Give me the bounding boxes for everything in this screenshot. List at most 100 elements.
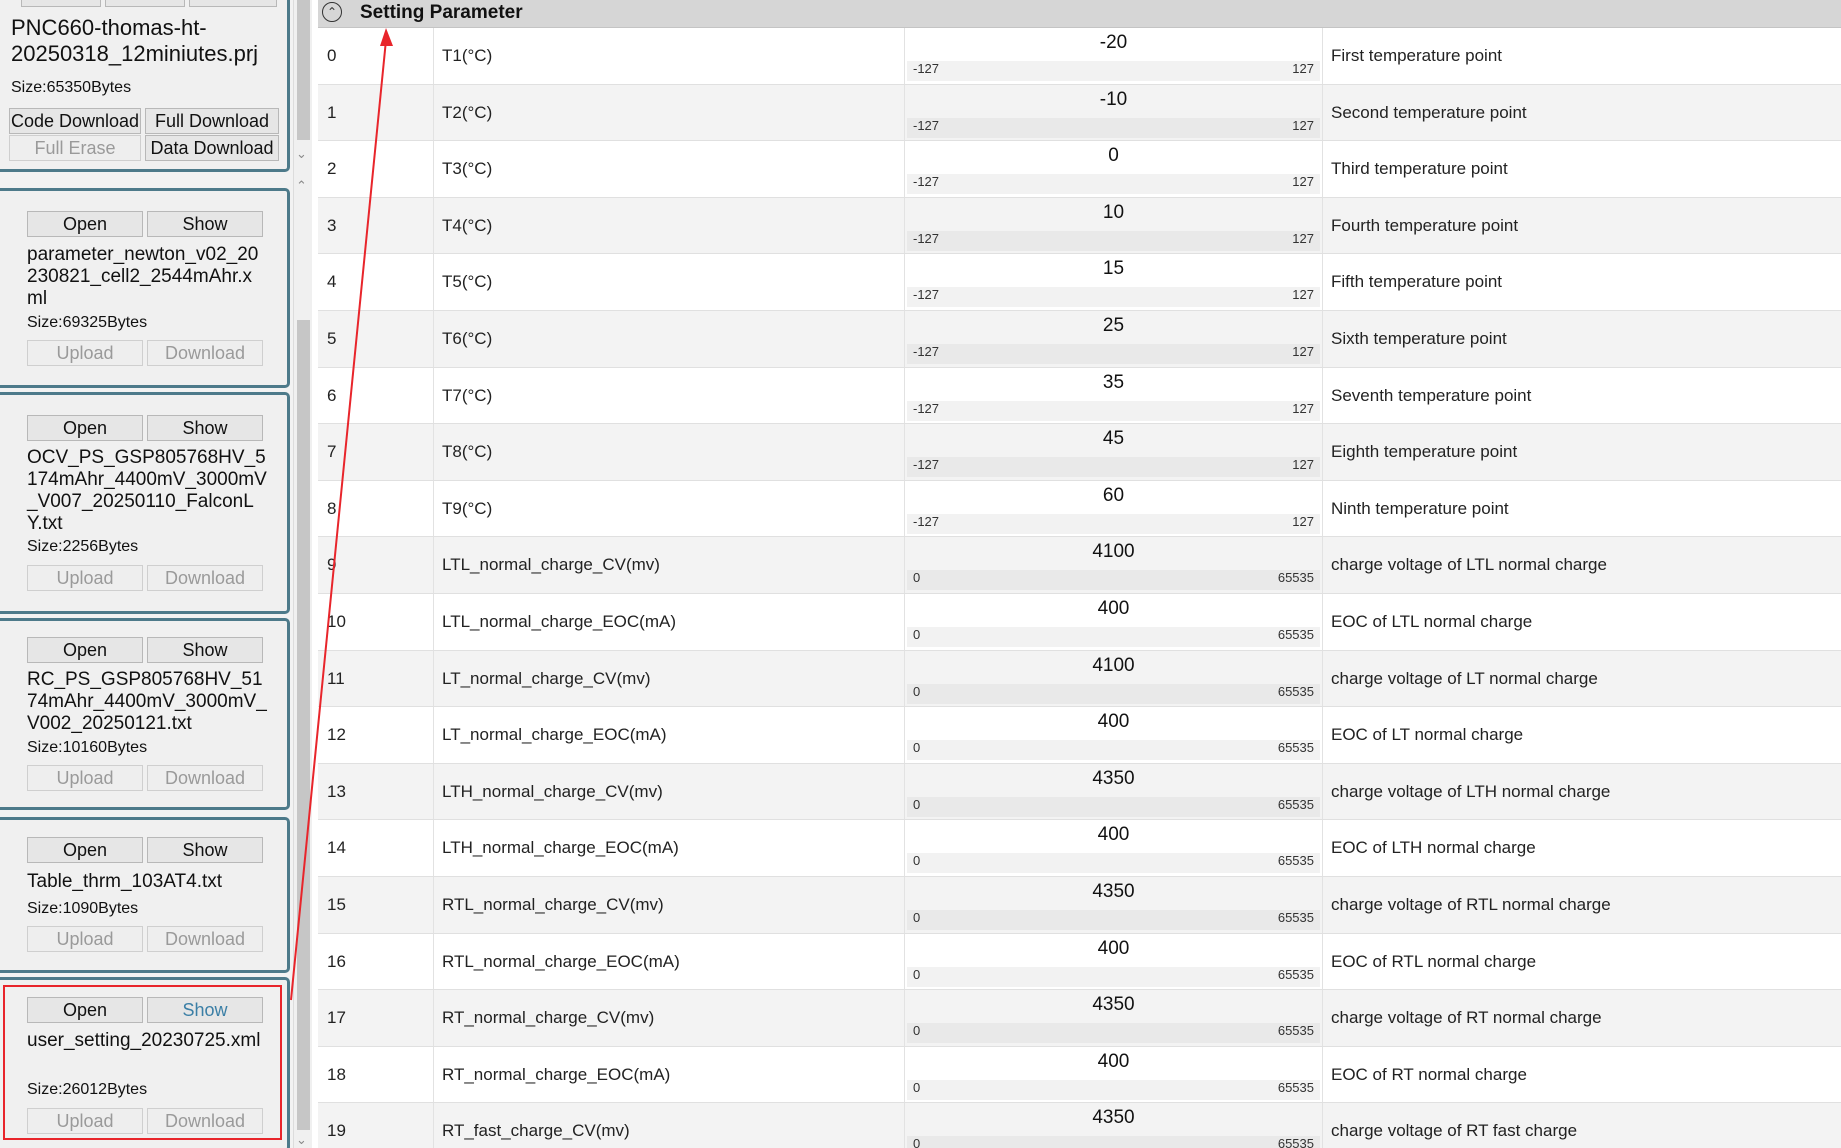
param-value[interactable]: 0 [905, 145, 1322, 167]
show-button[interactable]: Show [147, 211, 263, 237]
param-value[interactable]: 10 [905, 202, 1322, 224]
table-row[interactable]: 6 T7(°C) 35 -127 127 Seventh temperature poin… [318, 367, 1841, 425]
param-value-slider[interactable]: 45 -127 127 [905, 424, 1323, 480]
full-erase-button[interactable]: Full Erase [9, 135, 141, 161]
open-button[interactable]: Open [27, 637, 143, 663]
param-value-slider[interactable]: -20 -127 127 [905, 28, 1323, 84]
slider-track[interactable] [907, 740, 1320, 761]
param-value-slider[interactable]: 4350 0 65535 [905, 763, 1323, 820]
slider-track[interactable] [907, 796, 1320, 817]
table-row[interactable]: 7 T8(°C) 45 -127 127 Eighth temperature point [318, 424, 1841, 481]
slider-track[interactable] [907, 966, 1320, 987]
slider-track[interactable] [907, 287, 1320, 308]
upload-button[interactable]: Upload [27, 926, 143, 952]
slider-track[interactable] [907, 853, 1320, 874]
param-value-slider[interactable]: 400 0 65535 [905, 707, 1323, 763]
file-panel-scrollbar[interactable]: ⌄ ⌃ ⌄ [293, 0, 312, 1148]
param-value-slider[interactable]: 4350 0 65535 [905, 1103, 1323, 1148]
param-value-slider[interactable]: 4350 0 65535 [905, 876, 1323, 933]
data-download-button[interactable]: Data Download [145, 135, 279, 161]
param-value[interactable]: 60 [905, 485, 1322, 507]
slider-track[interactable] [907, 400, 1320, 421]
top-hidden-button-2[interactable] [105, 0, 185, 7]
param-value[interactable]: -20 [905, 32, 1322, 54]
param-value[interactable]: 4350 [905, 1107, 1322, 1129]
slider-track[interactable] [907, 457, 1320, 478]
param-value-slider[interactable]: 0 -127 127 [905, 141, 1323, 197]
slider-track[interactable] [907, 230, 1320, 251]
table-row[interactable]: 10 LTL_normal_charge_EOC(mA) 400 0 65535 EOC … [318, 593, 1841, 651]
param-value[interactable]: 4350 [905, 768, 1322, 790]
table-row[interactable]: 3 T4(°C) 10 -127 127 Fourth temperature point [318, 197, 1841, 255]
table-row[interactable]: 0 T1(°C) -20 -127 127 First temperature point [318, 28, 1841, 85]
table-row[interactable]: 16 RTL_normal_charge_EOC(mA) 400 0 65535 EOC … [318, 933, 1841, 991]
param-value[interactable]: 400 [905, 938, 1322, 960]
table-row[interactable]: 9 LTL_normal_charge_CV(mv) 4100 0 65535 charg… [318, 537, 1841, 594]
section-header[interactable]: ⌃ Setting Parameter [318, 0, 1841, 28]
param-value[interactable]: 400 [905, 824, 1322, 846]
param-value-slider[interactable]: 400 0 65535 [905, 1046, 1323, 1103]
table-row[interactable]: 14 LTH_normal_charge_EOC(mA) 400 0 65535 EOC … [318, 820, 1841, 877]
param-value[interactable]: 4100 [905, 655, 1322, 677]
upload-button[interactable]: Upload [27, 340, 143, 366]
upload-button[interactable]: Upload [27, 1108, 143, 1134]
param-value-slider[interactable]: 35 -127 127 [905, 367, 1323, 424]
scroll-down-icon[interactable]: ⌄ [296, 146, 307, 162]
table-row[interactable]: 15 RTL_normal_charge_CV(mv) 4350 0 65535 char… [318, 876, 1841, 934]
open-button[interactable]: Open [27, 415, 143, 441]
slider-track[interactable] [907, 343, 1320, 364]
slider-track[interactable] [907, 174, 1320, 195]
param-value-slider[interactable]: 25 -127 127 [905, 310, 1323, 367]
slider-track[interactable] [907, 1136, 1320, 1148]
slider-track[interactable] [907, 1079, 1320, 1100]
download-button[interactable]: Download [147, 1108, 263, 1134]
param-value-slider[interactable]: 400 0 65535 [905, 933, 1323, 990]
param-value-slider[interactable]: 4100 0 65535 [905, 537, 1323, 593]
show-button[interactable]: Show [147, 637, 263, 663]
open-button[interactable]: Open [27, 837, 143, 863]
table-row[interactable]: 19 RT_fast_charge_CV(mv) 4350 0 65535 charge … [318, 1103, 1841, 1148]
param-value[interactable]: 4350 [905, 881, 1322, 903]
param-value-slider[interactable]: 15 -127 127 [905, 254, 1323, 310]
table-row[interactable]: 1 T2(°C) -10 -127 127 Second temperature poin… [318, 84, 1841, 142]
param-value[interactable]: -10 [905, 89, 1322, 111]
param-value[interactable]: 4100 [905, 541, 1322, 563]
slider-track[interactable] [907, 1023, 1320, 1044]
slider-track[interactable] [907, 61, 1320, 81]
slider-track[interactable] [907, 909, 1320, 930]
scrollbar-thumb-lower[interactable] [297, 320, 310, 1130]
param-value[interactable]: 15 [905, 258, 1322, 280]
full-download-button[interactable]: Full Download [145, 108, 279, 134]
param-value[interactable]: 35 [905, 372, 1322, 394]
param-value[interactable]: 25 [905, 315, 1322, 337]
download-button[interactable]: Download [147, 765, 263, 791]
code-download-button[interactable]: Code Download [9, 108, 141, 134]
table-row[interactable]: 5 T6(°C) 25 -127 127 Sixth temperature point [318, 310, 1841, 368]
param-value[interactable]: 4350 [905, 994, 1322, 1016]
param-value[interactable]: 400 [905, 1051, 1322, 1073]
download-button[interactable]: Download [147, 926, 263, 952]
param-value[interactable]: 400 [905, 711, 1322, 733]
scrollbar-thumb-upper[interactable] [297, 0, 310, 140]
table-row[interactable]: 8 T9(°C) 60 -127 127 Ninth temperature point [318, 480, 1841, 538]
show-button[interactable]: Show [147, 415, 263, 441]
slider-track[interactable] [907, 513, 1320, 534]
upload-button[interactable]: Upload [27, 565, 143, 591]
table-row[interactable]: 4 T5(°C) 15 -127 127 Fifth temperature point [318, 254, 1841, 311]
slider-track[interactable] [907, 626, 1320, 647]
top-hidden-button-3[interactable] [189, 0, 277, 7]
collapse-icon[interactable]: ⌃ [322, 2, 342, 22]
table-row[interactable]: 12 LT_normal_charge_EOC(mA) 400 0 65535 EOC o… [318, 707, 1841, 764]
param-value-slider[interactable]: 60 -127 127 [905, 480, 1323, 537]
top-hidden-button-1[interactable] [21, 0, 101, 7]
show-button[interactable]: Show [147, 997, 263, 1023]
table-row[interactable]: 17 RT_normal_charge_CV(mv) 4350 0 65535 charg… [318, 990, 1841, 1047]
scroll-down-icon-lower[interactable]: ⌄ [296, 1132, 307, 1148]
download-button[interactable]: Download [147, 340, 263, 366]
param-value[interactable]: 45 [905, 428, 1322, 450]
param-value-slider[interactable]: 400 0 65535 [905, 593, 1323, 650]
table-row[interactable]: 2 T3(°C) 0 -127 127 Third temperature point [318, 141, 1841, 198]
open-button[interactable]: Open [27, 997, 143, 1023]
slider-track[interactable] [907, 117, 1320, 138]
slider-track[interactable] [907, 683, 1320, 704]
